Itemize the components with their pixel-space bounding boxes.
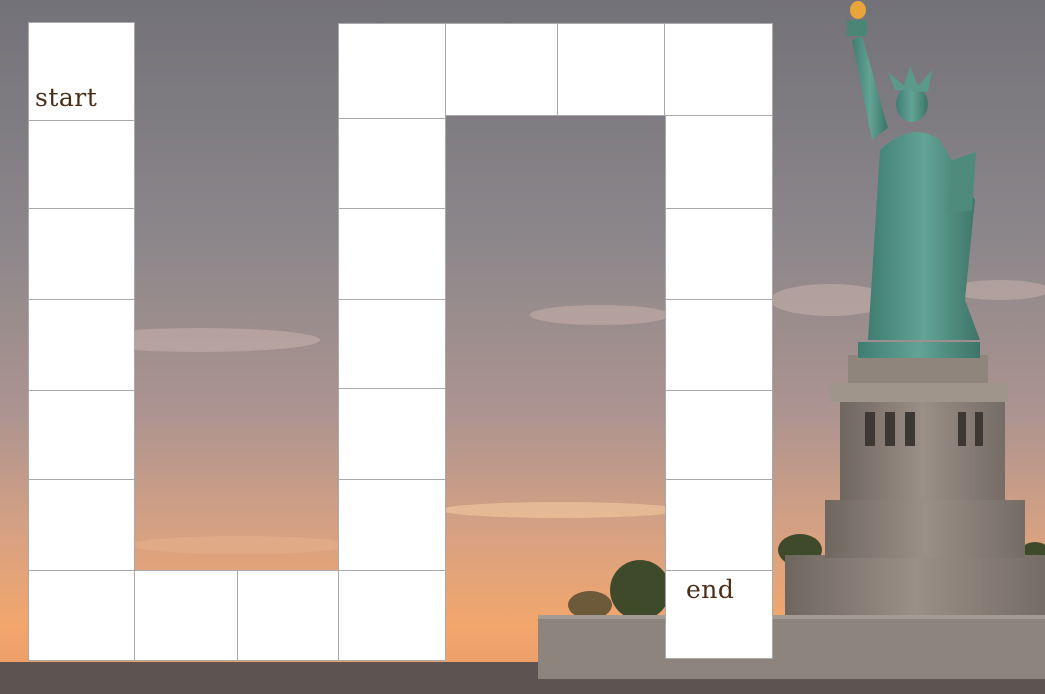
board-cell[interactable] xyxy=(28,208,135,300)
board-cell[interactable] xyxy=(338,208,446,300)
board-cell[interactable] xyxy=(28,570,135,661)
board-cell[interactable] xyxy=(445,23,558,116)
board-cell[interactable] xyxy=(665,208,773,300)
board-cell[interactable] xyxy=(338,570,446,661)
board-cell[interactable] xyxy=(664,23,773,116)
board-cell[interactable] xyxy=(665,390,773,480)
board-cell[interactable] xyxy=(134,570,238,661)
board-cell[interactable] xyxy=(28,390,135,480)
board-cell[interactable] xyxy=(338,23,446,119)
board-cell[interactable] xyxy=(28,479,135,571)
board-cell-start[interactable]: start xyxy=(28,22,135,121)
board-cell[interactable] xyxy=(237,570,339,661)
fort-wall xyxy=(538,615,1045,679)
board-cell[interactable] xyxy=(338,299,446,389)
board-cell[interactable] xyxy=(665,479,773,571)
board-cell[interactable] xyxy=(665,115,773,209)
board-cell[interactable] xyxy=(338,388,446,480)
end-label: end xyxy=(686,575,735,604)
board-cell[interactable] xyxy=(28,120,135,209)
board-cell[interactable] xyxy=(28,299,135,391)
start-label: start xyxy=(35,83,98,112)
board-cell[interactable] xyxy=(338,118,446,209)
board-cell-end[interactable]: end xyxy=(665,570,773,659)
board-cell[interactable] xyxy=(557,23,665,116)
board-cell[interactable] xyxy=(665,299,773,391)
board-cell[interactable] xyxy=(338,479,446,571)
